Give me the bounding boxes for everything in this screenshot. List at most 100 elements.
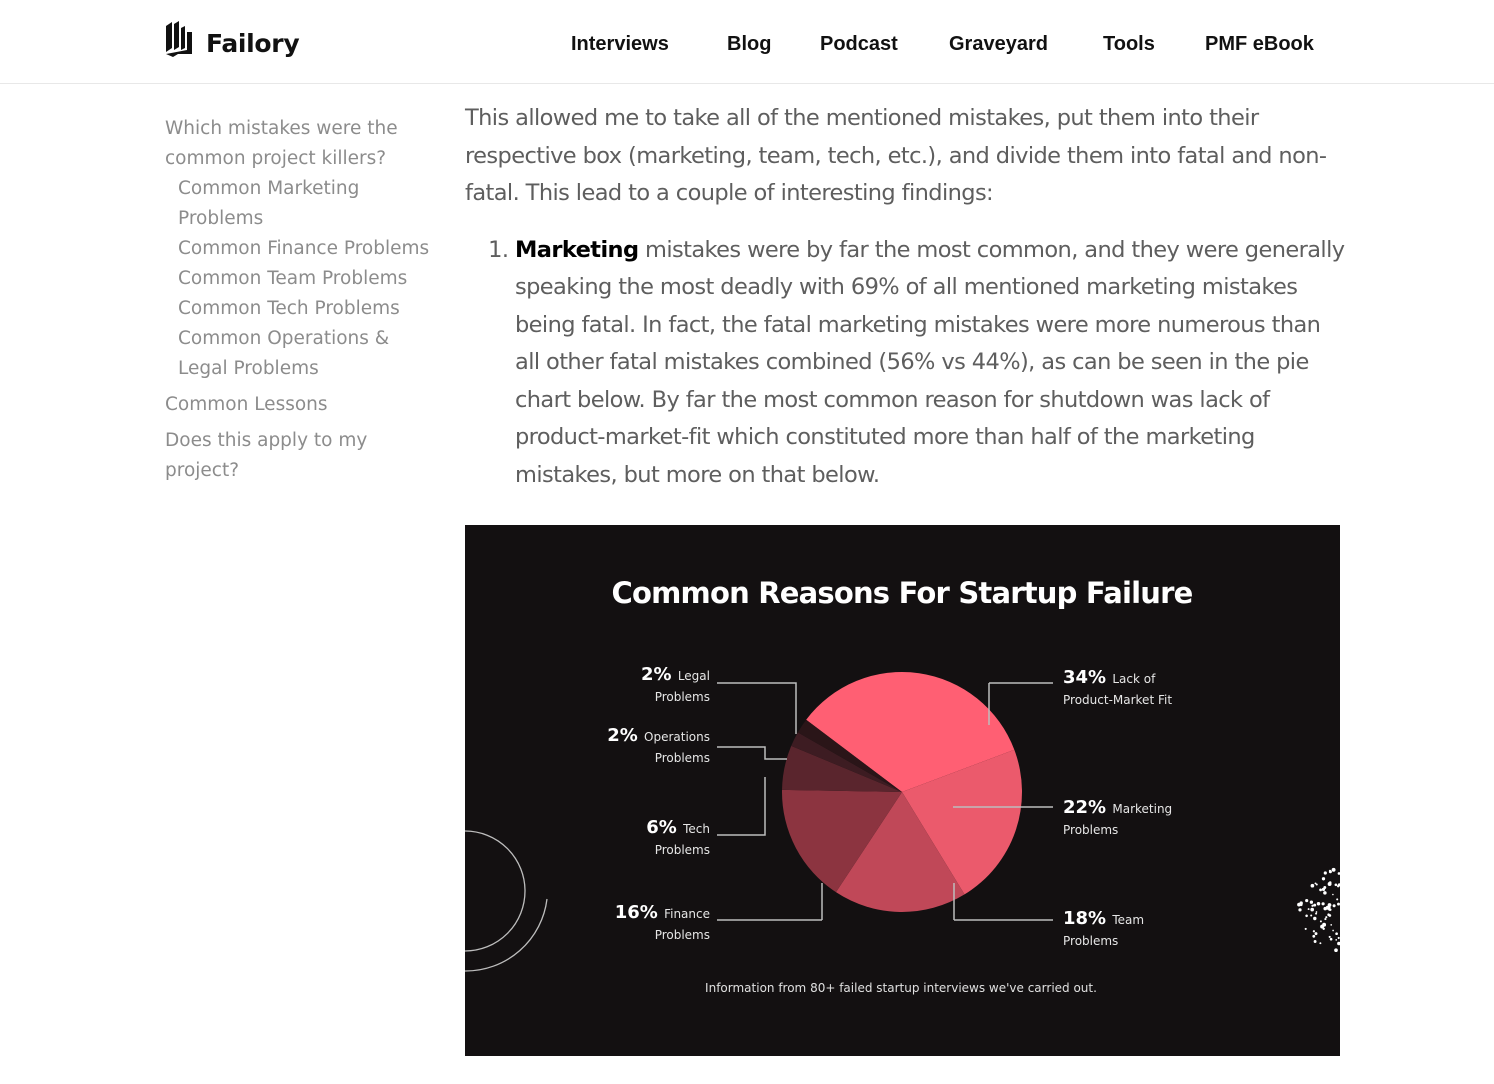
slice-percent: 16% (615, 902, 664, 923)
decorative-dot (1314, 932, 1318, 936)
leader-line (717, 682, 797, 734)
decorative-dot (1304, 927, 1307, 930)
toc-item-tech-problems[interactable]: Common Tech Problems (165, 294, 435, 324)
decorative-dot (1332, 929, 1334, 932)
decorative-dot (1338, 943, 1340, 946)
nav-graveyard[interactable]: Graveyard (949, 33, 1048, 56)
toc-item-common-lessons[interactable]: Common Lessons (165, 390, 435, 420)
decorative-dot (1307, 908, 1310, 911)
decorative-dot (1315, 911, 1318, 913)
finding-item: Marketing mistakes were by far the most … (515, 232, 1345, 495)
decorative-dot (1323, 891, 1327, 895)
decorative-dot (1299, 901, 1303, 905)
decorative-dot (1328, 935, 1331, 938)
decorative-dot (1310, 914, 1313, 917)
slice-name-line2: Product-Market Fit (1063, 693, 1172, 707)
slice-name: Lack of (1112, 672, 1156, 686)
decorative-dot-cluster (1297, 867, 1340, 953)
decorative-dot (1313, 940, 1317, 943)
decorative-dot (1312, 930, 1316, 933)
slice-percent: 2% (607, 725, 644, 746)
decorative-dot (1329, 937, 1333, 941)
decorative-dot (1315, 912, 1318, 915)
decorative-dot (1319, 942, 1322, 945)
slice-percent: 22% (1063, 797, 1112, 818)
pie-slices (782, 671, 1023, 913)
decorative-dot (1313, 916, 1317, 921)
chart-footnote: Information from 80+ failed startup inte… (705, 981, 1097, 995)
leader-line (717, 777, 766, 836)
toc-item-project-killers[interactable]: Which mistakes were the common project k… (165, 114, 435, 174)
slice-percent: 34% (1063, 667, 1112, 688)
decorative-dot (1337, 872, 1340, 875)
decorative-dot (1327, 913, 1330, 916)
slice-name: Tech (682, 822, 710, 836)
toc-item-team-problems[interactable]: Common Team Problems (165, 264, 435, 294)
slice-name: Operations (644, 730, 710, 744)
decorative-dot (1321, 877, 1326, 881)
slice-label: 18% Team (1063, 908, 1144, 929)
top-navigation-bar: Failory Interviews Blog Podcast Graveyar… (0, 0, 1494, 84)
decorative-arc-inner (465, 830, 526, 952)
nav-blog[interactable]: Blog (727, 33, 771, 56)
decorative-dot (1324, 918, 1327, 921)
slice-name: Legal (678, 669, 710, 683)
slice-label: 16% Finance (615, 902, 710, 923)
slice-name: Finance (664, 907, 710, 921)
decorative-dot (1314, 882, 1317, 885)
decorative-dot (1321, 902, 1325, 906)
decorative-dot (1312, 934, 1316, 938)
slice-percent: 6% (646, 817, 683, 838)
slice-name-line2: Problems (1063, 823, 1118, 837)
chart-svg: Common Reasons For Startup Failure 34% L… (465, 576, 1340, 995)
toc-item-does-this-apply[interactable]: Does this apply to my project? (165, 426, 435, 486)
toc-item-finance-problems[interactable]: Common Finance Problems (165, 234, 435, 264)
leader-line (717, 746, 787, 760)
decorative-dot (1320, 924, 1325, 929)
decorative-dot (1319, 920, 1322, 923)
slice-name-line2: Problems (1063, 934, 1118, 948)
decorative-dot (1328, 881, 1332, 884)
table-of-contents: Which mistakes were the common project k… (165, 114, 435, 486)
startup-failure-pie-chart: Common Reasons For Startup Failure 34% L… (465, 525, 1340, 1056)
decorative-dot (1325, 916, 1328, 919)
main-nav: Interviews Blog Podcast Graveyard Tools … (0, 33, 1494, 59)
toc-item-operations-legal-problems[interactable]: Common Operations & Legal Problems (165, 324, 435, 384)
decorative-dot (1323, 906, 1327, 911)
slice-label: 34% Lack of (1063, 667, 1156, 688)
decorative-dot (1332, 893, 1334, 896)
slice-label: 2% Legal (641, 664, 710, 685)
decorative-dot (1298, 908, 1302, 912)
slice-percent: 18% (1063, 908, 1112, 929)
slice-name-line2: Problems (655, 751, 710, 765)
finding-bold-term: Marketing (515, 236, 639, 263)
finding-text: mistakes were by far the most common, an… (515, 236, 1345, 488)
nav-tools[interactable]: Tools (1103, 33, 1155, 56)
decorative-dot (1335, 939, 1338, 941)
decorative-dot (1331, 867, 1336, 872)
findings-list: Marketing mistakes were by far the most … (465, 232, 1345, 495)
slice-name: Team (1111, 913, 1144, 927)
slice-name-line2: Problems (655, 690, 710, 704)
decorative-dot (1323, 871, 1327, 875)
nav-podcast[interactable]: Podcast (820, 33, 898, 56)
decorative-dot (1316, 902, 1321, 906)
article-body: This allowed me to take all of the menti… (465, 100, 1345, 494)
decorative-dot (1334, 948, 1338, 953)
decorative-dot (1326, 905, 1331, 910)
decorative-dot (1305, 914, 1308, 918)
decorative-dot (1310, 883, 1315, 888)
decorative-dot (1328, 869, 1332, 872)
decorative-dot (1313, 903, 1317, 907)
decorative-dot (1319, 888, 1323, 892)
slice-name-line2: Problems (655, 928, 710, 942)
nav-pmf-ebook[interactable]: PMF eBook (1205, 33, 1314, 56)
decorative-dot (1334, 883, 1338, 887)
toc-item-marketing-problems[interactable]: Common Marketing Problems (165, 174, 435, 234)
decorative-dot (1330, 924, 1333, 926)
slice-name-line2: Problems (655, 843, 710, 857)
slice-label: 6% Tech (646, 817, 710, 838)
slice-label: 22% Marketing (1063, 797, 1172, 818)
nav-interviews[interactable]: Interviews (571, 33, 669, 56)
decorative-dot (1337, 902, 1340, 906)
